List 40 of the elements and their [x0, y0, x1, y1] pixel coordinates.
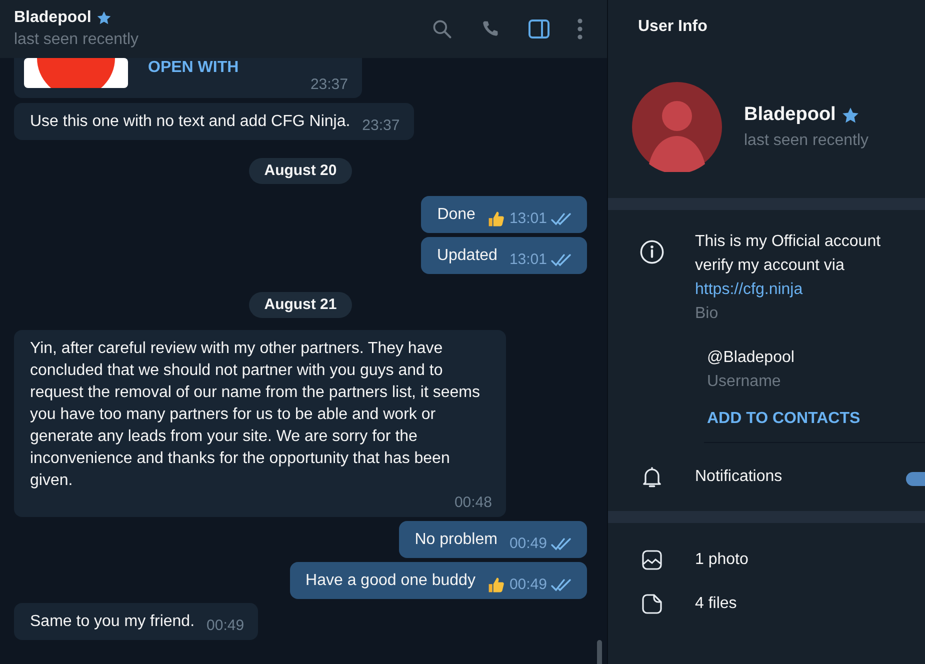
username-value: @Bladepool — [707, 348, 794, 368]
message-time: 23:37 — [362, 116, 400, 136]
add-to-contacts-button[interactable]: ADD TO CONTACTS — [707, 410, 860, 427]
photo-icon[interactable] — [640, 548, 664, 572]
field-label: Username — [707, 372, 782, 392]
bio-link[interactable]: https://cfg.ninja — [695, 278, 881, 302]
message-time: 13:01 — [509, 209, 547, 229]
message-time: 13:01 — [509, 250, 547, 270]
message-text: Done — [437, 205, 476, 225]
file-icon[interactable] — [640, 592, 664, 616]
date-chip: August 21 — [249, 292, 352, 318]
message-time: 23:37 — [310, 75, 348, 95]
media-count[interactable]: 1 photo — [695, 551, 748, 569]
search-icon[interactable] — [431, 18, 453, 40]
open-with-link[interactable]: OPEN WITH — [148, 58, 239, 78]
contact-status: last seen recently — [14, 31, 139, 49]
bio-text: This is my Official account — [695, 232, 881, 252]
profile-name: Bladepool — [744, 104, 836, 126]
message-text: Updated — [436, 246, 498, 266]
message-text: Use this one with no text and add CFG Ninja. — [30, 112, 350, 132]
message-time: 00:49 — [509, 575, 547, 595]
message-time: 00:49 — [509, 534, 547, 554]
notifications-label: Notifications — [695, 468, 782, 486]
media-count[interactable]: 4 files — [695, 595, 737, 613]
info-icon — [639, 239, 665, 265]
sidebar-toggle-icon[interactable] — [527, 17, 551, 41]
message-time: 00:49 — [206, 616, 244, 636]
message-text: Same to you my friend. — [30, 612, 195, 632]
message-text: Yin, after careful review with my other partners. They have concluded that we should not partner with you guys and to request the removal of our name from the partners list, it seems you have too many partners for us to be able and work or generate any leads from your site. We are sorry for the inconvenience and thanks for the opportunity that has been given. — [30, 339, 481, 491]
message-text: No problem — [414, 530, 498, 550]
field-label: Bio — [695, 304, 720, 324]
bio-text: verify my account via — [695, 256, 846, 276]
date-chip: August 20 — [249, 158, 352, 184]
scroll-thumb[interactable] — [597, 640, 602, 664]
panel-title: User Info — [637, 17, 708, 37]
message-time: 00:48 — [454, 493, 492, 513]
message-text: Have a good one buddy — [306, 571, 476, 591]
profile-status: last seen recently — [744, 132, 869, 150]
contact-name: Bladepool — [14, 9, 92, 27]
more-menu-icon[interactable] — [577, 17, 583, 41]
